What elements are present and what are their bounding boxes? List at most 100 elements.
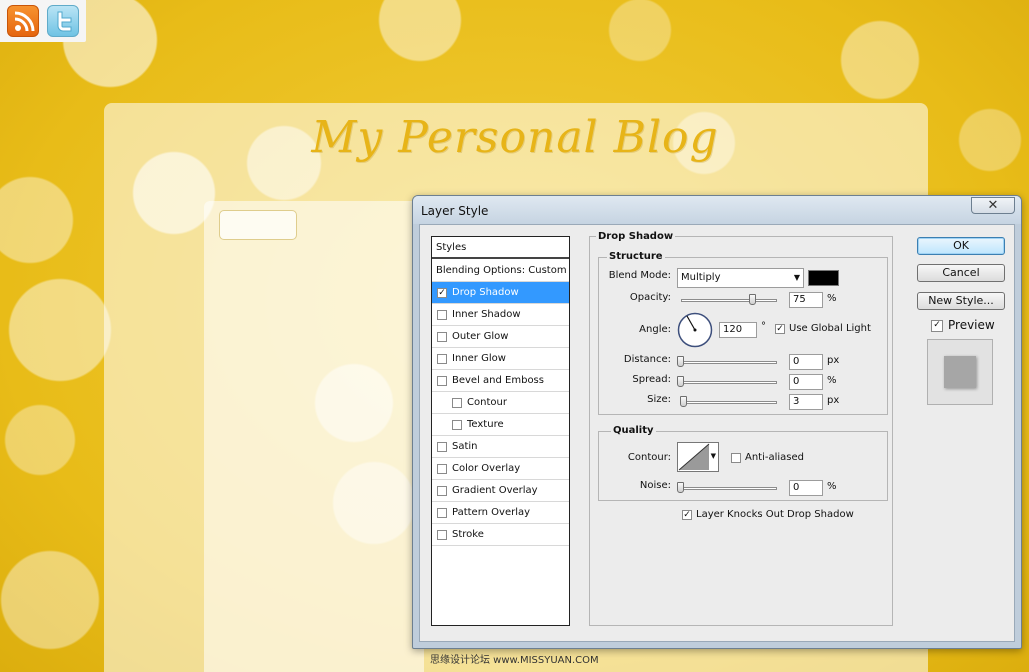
style-item-texture[interactable]: Texture: [432, 414, 569, 436]
close-button[interactable]: ✕: [971, 197, 1015, 214]
close-icon: ✕: [987, 198, 999, 213]
noise-input[interactable]: 0: [789, 480, 823, 496]
distance-label: Distance:: [623, 354, 671, 365]
distance-input[interactable]: 0: [789, 354, 823, 370]
size-slider-track[interactable]: [681, 401, 777, 404]
checkbox-icon[interactable]: [452, 398, 462, 408]
checkbox-icon[interactable]: [437, 376, 447, 386]
style-item-label: Texture: [467, 419, 504, 430]
blend-mode-value: Multiply: [681, 272, 721, 283]
style-item-drop-shadow[interactable]: ✓ Drop Shadow: [432, 282, 569, 304]
style-item-pattern-overlay[interactable]: Pattern Overlay: [432, 502, 569, 524]
spread-input[interactable]: 0: [789, 374, 823, 390]
ok-button[interactable]: OK: [917, 237, 1005, 255]
checkbox-icon[interactable]: [437, 464, 447, 474]
twitter-icon[interactable]: [47, 5, 79, 37]
distance-slider-track[interactable]: [681, 361, 777, 364]
cancel-button[interactable]: Cancel: [917, 264, 1005, 282]
blend-mode-dropdown[interactable]: Multiply ▼: [677, 268, 804, 288]
distance-unit: px: [827, 355, 840, 366]
spread-slider-track[interactable]: [681, 381, 777, 384]
noise-unit: %: [827, 481, 837, 492]
contour-picker[interactable]: ▼: [677, 442, 719, 472]
contour-label: Contour:: [627, 452, 671, 463]
angle-unit: °: [761, 321, 766, 332]
new-style-button[interactable]: New Style...: [917, 292, 1005, 310]
checkbox-icon[interactable]: [437, 530, 447, 540]
checkbox-icon[interactable]: [437, 354, 447, 364]
style-item-label: Bevel and Emboss: [452, 375, 544, 386]
style-item-label: Pattern Overlay: [452, 507, 531, 518]
style-item-stroke[interactable]: Stroke: [432, 524, 569, 546]
style-item-label: Inner Glow: [452, 353, 506, 364]
angle-dial[interactable]: [677, 312, 713, 348]
checkbox-icon[interactable]: [437, 442, 447, 452]
spread-slider-thumb[interactable]: [677, 376, 684, 387]
blending-options-item[interactable]: Blending Options: Custom: [432, 260, 569, 282]
styles-list: Styles Blending Options: Custom ✓ Drop Sh…: [431, 236, 570, 626]
checkbox-icon: [731, 453, 741, 463]
social-bar: [0, 0, 86, 42]
checkbox-icon[interactable]: [437, 332, 447, 342]
noise-slider-track[interactable]: [681, 487, 777, 490]
style-item-inner-glow[interactable]: Inner Glow: [432, 348, 569, 370]
checkbox-icon: ✓: [931, 320, 943, 332]
structure-group: Structure Blend Mode: Multiply ▼ Opacity…: [598, 251, 888, 415]
chevron-down-icon: ▼: [710, 452, 716, 460]
style-item-label: Outer Glow: [452, 331, 509, 342]
checkbox-icon[interactable]: [452, 420, 462, 430]
rss-icon[interactable]: [7, 5, 39, 37]
size-input[interactable]: 3: [789, 394, 823, 410]
style-item-label: Contour: [467, 397, 507, 408]
opacity-label: Opacity:: [629, 292, 671, 303]
content-column: [204, 201, 424, 672]
quality-title: Quality: [611, 425, 656, 436]
angle-input[interactable]: 120: [719, 322, 757, 338]
style-item-gradient-overlay[interactable]: Gradient Overlay: [432, 480, 569, 502]
blog-title: My Personal Blog: [311, 112, 719, 163]
drop-shadow-title: Drop Shadow: [596, 231, 676, 242]
noise-label: Noise:: [639, 480, 671, 491]
size-label: Size:: [647, 394, 671, 405]
checkbox-icon[interactable]: [437, 508, 447, 518]
preview-swatch: [927, 339, 993, 405]
checkbox-icon: ✓: [775, 324, 785, 334]
noise-slider-thumb[interactable]: [677, 482, 684, 493]
style-item-label: Gradient Overlay: [452, 485, 538, 496]
checkbox-icon[interactable]: [437, 486, 447, 496]
styles-list-header[interactable]: Styles: [432, 237, 569, 259]
dialog-body: Styles Blending Options: Custom ✓ Drop Sh…: [419, 224, 1015, 642]
checkbox-icon[interactable]: ✓: [437, 288, 447, 298]
checkbox-icon: ✓: [682, 510, 692, 520]
dialog-title: Layer Style: [421, 204, 489, 218]
style-item-label: Stroke: [452, 529, 484, 540]
contour-curve-icon: [678, 443, 710, 471]
opacity-unit: %: [827, 293, 837, 304]
size-slider-thumb[interactable]: [680, 396, 687, 407]
opacity-slider-track[interactable]: [681, 299, 777, 302]
style-item-label: Drop Shadow: [452, 287, 519, 298]
spread-unit: %: [827, 375, 837, 386]
style-item-label: Color Overlay: [452, 463, 521, 474]
watermark: 思缘设计论坛 www.MISSYUAN.COM: [430, 655, 599, 666]
checkbox-icon[interactable]: [437, 310, 447, 320]
angle-label: Angle:: [639, 324, 671, 335]
spread-label: Spread:: [632, 374, 671, 385]
style-item-bevel-and-emboss[interactable]: Bevel and Emboss: [432, 370, 569, 392]
layer-style-dialog: Layer Style ✕ Styles Blending Options: C…: [412, 195, 1022, 649]
style-item-color-overlay[interactable]: Color Overlay: [432, 458, 569, 480]
style-item-contour[interactable]: Contour: [432, 392, 569, 414]
size-unit: px: [827, 395, 840, 406]
distance-slider-thumb[interactable]: [677, 356, 684, 367]
style-item-outer-glow[interactable]: Outer Glow: [432, 326, 569, 348]
style-item-label: Inner Shadow: [452, 309, 521, 320]
opacity-slider-thumb[interactable]: [749, 294, 756, 305]
style-item-satin[interactable]: Satin: [432, 436, 569, 458]
shadow-color-swatch[interactable]: [808, 270, 839, 286]
style-item-inner-shadow[interactable]: Inner Shadow: [432, 304, 569, 326]
dialog-titlebar[interactable]: Layer Style ✕: [413, 196, 1021, 224]
quality-group: Quality Contour: ▼ Anti-aliased Noise: 0: [598, 425, 888, 501]
search-box[interactable]: [219, 210, 297, 240]
opacity-input[interactable]: 75: [789, 292, 823, 308]
style-item-label: Satin: [452, 441, 478, 452]
